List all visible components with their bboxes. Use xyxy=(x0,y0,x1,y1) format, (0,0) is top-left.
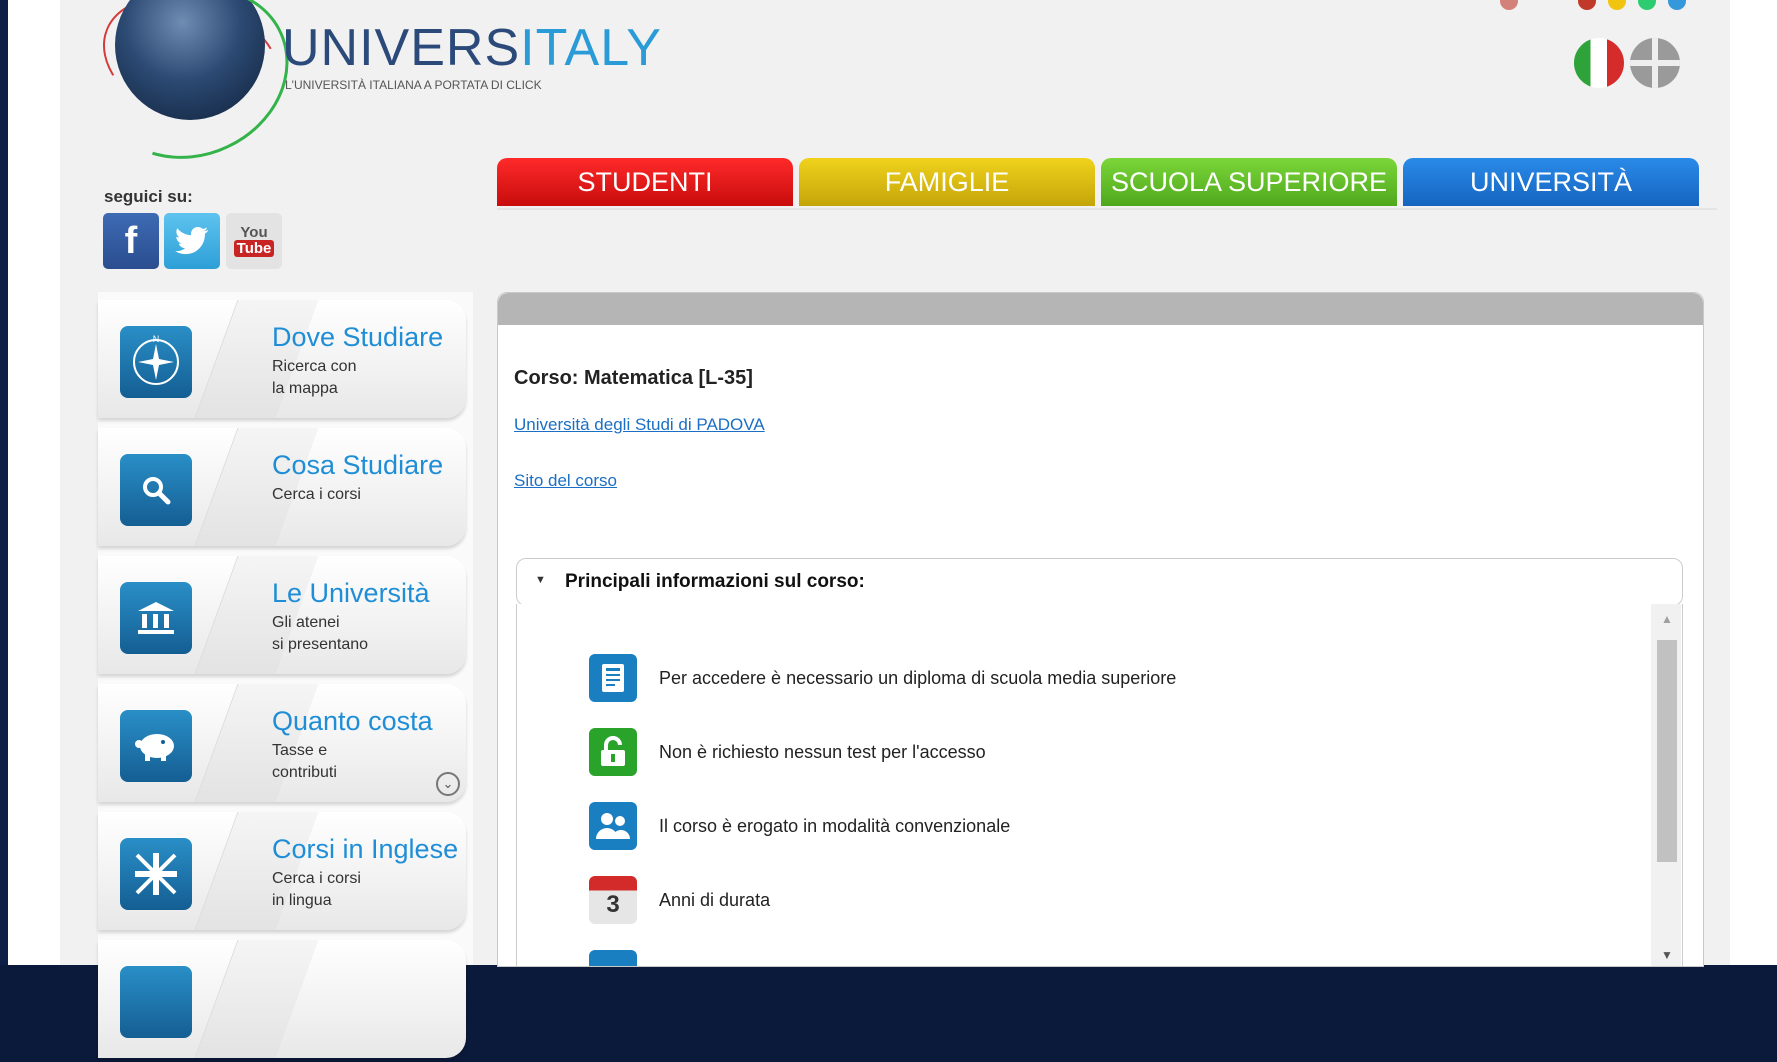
menu-item-dove-studiare[interactable]: N Dove Studiare Ricerca con la mappa xyxy=(98,300,468,422)
scroll-down-arrow-icon[interactable]: ▼ xyxy=(1661,948,1673,962)
piggy-bank-icon xyxy=(120,710,192,782)
triangle-down-icon: ▼ xyxy=(535,574,546,586)
site-logo-title[interactable]: UNIVERSITALY xyxy=(282,22,662,74)
scroll-up-arrow-icon[interactable]: ▲ xyxy=(1661,612,1673,626)
accordion-body: Per accedere è necessario un diploma di … xyxy=(516,604,1683,966)
course-site-link[interactable]: Sito del corso xyxy=(514,471,617,491)
menu-desc: Cerca i corsi xyxy=(272,486,361,503)
calendar-icon: 3 xyxy=(589,876,637,924)
tab-scuola-superiore[interactable]: SCUOLA SUPERIORE xyxy=(1101,158,1397,206)
audience-tabs: STUDENTI FAMIGLIE SCUOLA SUPERIORE UNIVE… xyxy=(497,158,1717,210)
english-flag-icon[interactable] xyxy=(1630,38,1680,88)
youtube-icon[interactable]: You Tube xyxy=(226,213,282,269)
accordion-title: Principali informazioni sul corso: xyxy=(565,571,865,592)
scrollbar[interactable]: ▲ ▼ xyxy=(1651,604,1681,966)
unlock-icon xyxy=(589,728,637,776)
info-text: Anni di durata xyxy=(659,890,771,910)
menu-title: Quanto costa xyxy=(272,706,433,736)
menu-title: Le Università xyxy=(272,578,430,608)
panel-header-bar xyxy=(498,293,1703,325)
menu-desc: Tasse e contributi xyxy=(272,742,337,781)
twitter-icon[interactable] xyxy=(164,213,220,269)
window-frame xyxy=(0,0,8,965)
info-text: Per accedere è necessario un diploma di … xyxy=(659,668,1177,688)
top-decoration xyxy=(1500,0,1690,12)
people-icon xyxy=(589,802,637,850)
course-panel: Corso: Matematica [L-35] Università degl… xyxy=(497,292,1704,967)
follow-us-label: seguici su: xyxy=(104,187,193,206)
university-icon xyxy=(120,582,192,654)
info-text: Non è richiesto nessun test per l'access… xyxy=(659,742,986,762)
menu-desc: Ricerca con la mappa xyxy=(272,358,357,397)
facebook-icon[interactable]: f xyxy=(103,213,159,269)
menu-item-quanto-costa[interactable]: Quanto costa Tasse e contributi ⌄ xyxy=(98,684,468,806)
diploma-icon xyxy=(589,654,637,702)
tab-studenti[interactable]: STUDENTI xyxy=(497,158,793,206)
accordion-header[interactable]: ▼ Principali informazioni sul corso: xyxy=(516,558,1683,606)
course-title: Corso: Matematica [L-35] xyxy=(514,367,753,389)
menu-icon xyxy=(120,966,192,1038)
chevron-down-icon[interactable]: ⌄ xyxy=(436,772,460,796)
scrollbar-thumb[interactable] xyxy=(1657,640,1677,862)
course-info-accordion: ▼ Principali informazioni sul corso: Per… xyxy=(516,558,1683,966)
tab-famiglie[interactable]: FAMIGLIE xyxy=(799,158,1095,206)
svg-text:N: N xyxy=(153,334,160,344)
compass-icon: N xyxy=(120,326,192,398)
menu-item-cosa-studiare[interactable]: Cosa Studiare Cerca i corsi xyxy=(98,428,468,550)
university-link[interactable]: Università degli Studi di PADOVA xyxy=(514,415,765,435)
menu-item-next[interactable] xyxy=(98,940,468,1062)
info-text: Il corso è erogato in modalità convenzio… xyxy=(659,816,1011,836)
union-jack-icon xyxy=(120,838,192,910)
menu-desc: Gli atenei si presentano xyxy=(272,614,369,653)
menu-title: Dove Studiare xyxy=(272,322,444,352)
site-logo-subtitle: L'UNIVERSITÀ ITALIANA A PORTATA DI CLICK xyxy=(285,78,542,92)
menu-title: Corsi in Inglese xyxy=(272,834,459,864)
info-icon xyxy=(589,950,637,966)
italian-flag-icon[interactable] xyxy=(1574,38,1624,88)
search-icon xyxy=(120,454,192,526)
menu-item-le-universita[interactable]: Le Università Gli atenei si presentano xyxy=(98,556,468,678)
menu-desc: Cerca i corsi in lingua xyxy=(272,870,361,909)
tab-universita[interactable]: UNIVERSITÀ xyxy=(1403,158,1699,206)
menu-title: Cosa Studiare xyxy=(272,450,444,480)
menu-item-corsi-in-inglese[interactable]: Corsi in Inglese Cerca i corsi in lingua xyxy=(98,812,468,934)
